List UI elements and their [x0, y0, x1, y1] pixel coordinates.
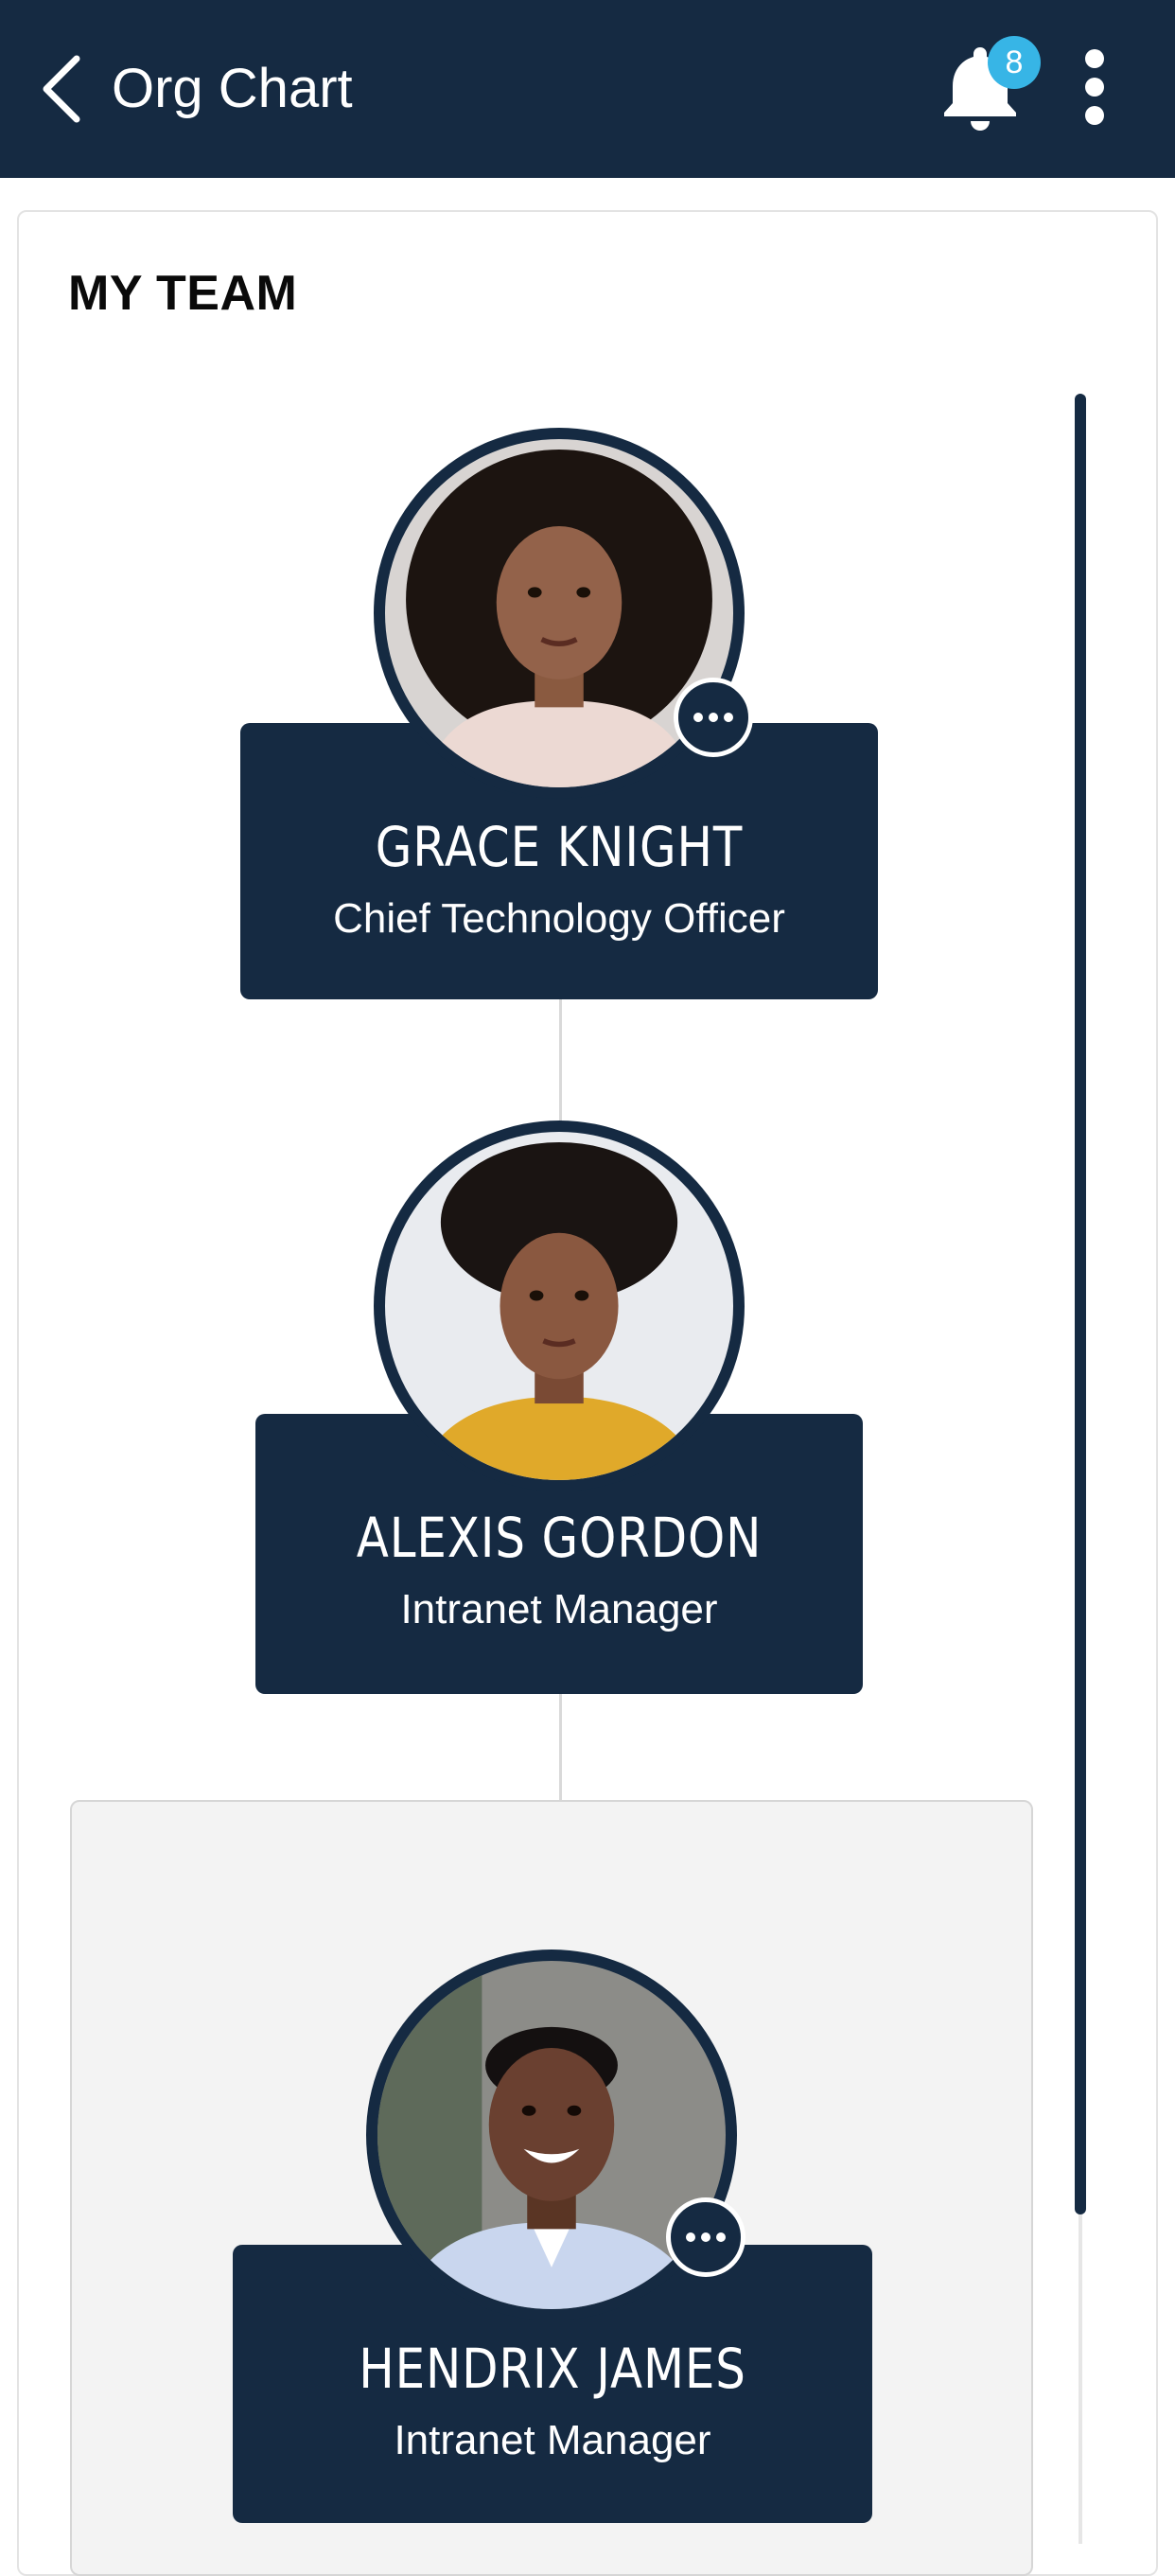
notification-count-badge: 8	[988, 36, 1041, 89]
person-role: Chief Technology Officer	[333, 895, 785, 942]
connector-line	[559, 997, 562, 1122]
scrollbar-thumb[interactable]	[1075, 394, 1086, 2214]
person-role: Intranet Manager	[394, 2417, 711, 2463]
more-options-button[interactable]	[1071, 42, 1118, 132]
connector-line	[559, 1692, 562, 1802]
avatar[interactable]	[374, 1120, 745, 1491]
chevron-left-icon	[43, 55, 80, 123]
person-name: GRACE KNIGHT	[375, 815, 744, 879]
section-title: MY TEAM	[68, 266, 298, 321]
app-bar: Org Chart 8	[0, 0, 1175, 178]
person-name: HENDRIX JAMES	[359, 2337, 746, 2401]
more-vertical-icon	[1085, 49, 1104, 68]
person-name: ALEXIS GORDON	[356, 1506, 763, 1570]
back-button[interactable]	[25, 45, 100, 132]
person-role: Intranet Manager	[400, 1586, 718, 1632]
more-horizontal-icon	[686, 2232, 695, 2242]
person-options-button[interactable]	[666, 2197, 745, 2277]
page-title: Org Chart	[112, 58, 353, 119]
more-horizontal-icon	[693, 713, 703, 722]
person-options-button[interactable]	[674, 678, 753, 757]
